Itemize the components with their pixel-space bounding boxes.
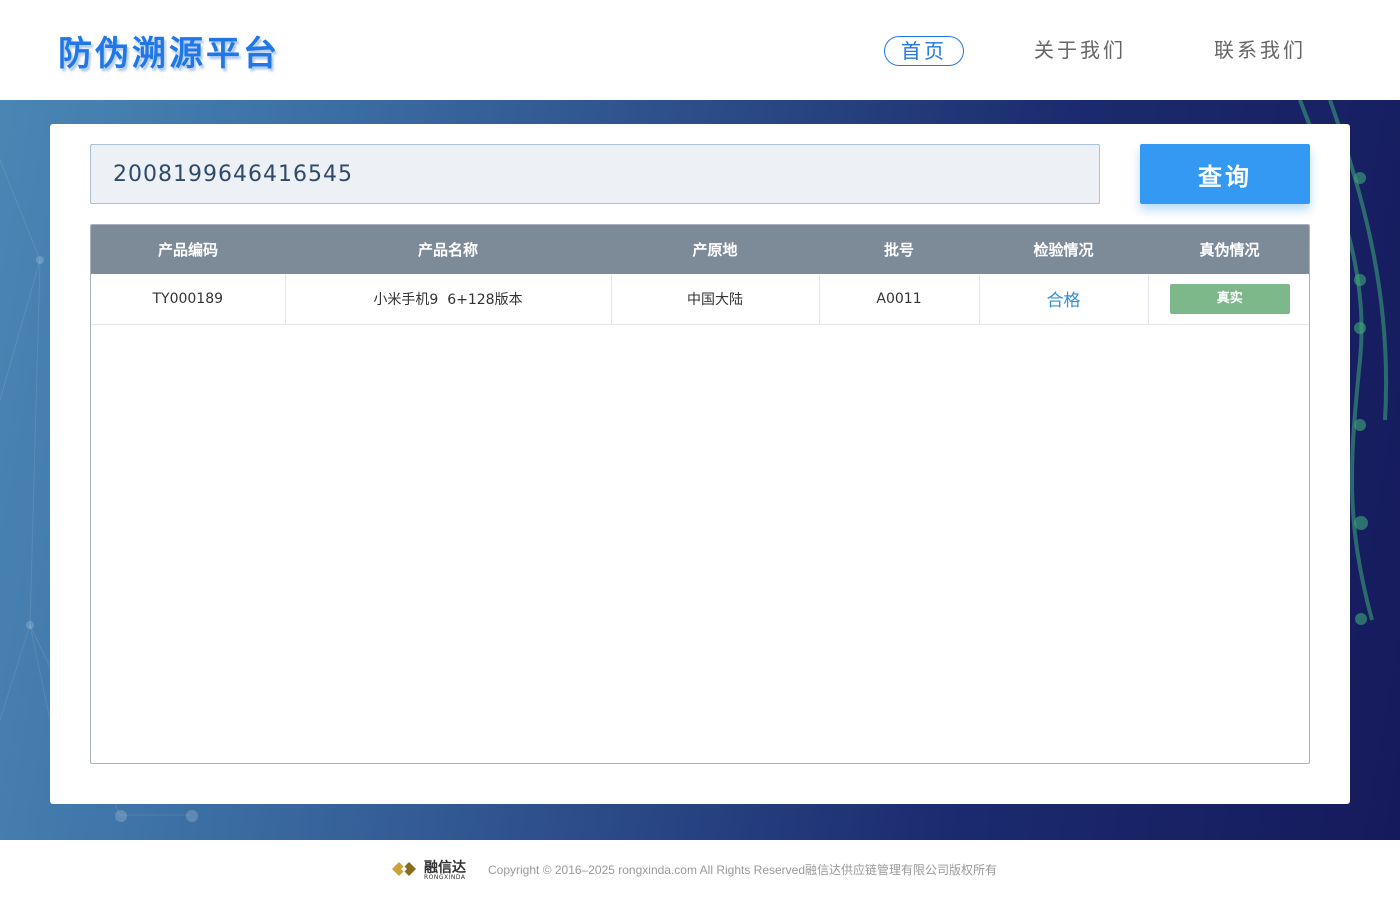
result-table: 产品编码 产品名称 产原地 批号 检验情况 真伪情况 TY000189 小米手机… bbox=[91, 225, 1309, 325]
header-product-code: 产品编码 bbox=[157, 241, 218, 259]
header-inspection: 检验情况 bbox=[1033, 241, 1094, 259]
query-button[interactable]: 查询 bbox=[1140, 144, 1310, 204]
header-batch: 批号 bbox=[883, 241, 914, 259]
cell-authenticity: 真实 bbox=[1148, 274, 1309, 324]
code-search-input[interactable] bbox=[90, 144, 1100, 204]
cell-origin: 中国大陆 bbox=[611, 274, 820, 324]
inspection-result-link[interactable]: 合格 bbox=[1047, 291, 1081, 311]
nav-contact-us[interactable]: 联系我们 bbox=[1210, 36, 1310, 66]
result-table-container: 产品编码 产品名称 产原地 批号 检验情况 真伪情况 TY000189 小米手机… bbox=[90, 224, 1310, 764]
query-card: 查询 产品编码 产品名称 产原地 批号 检验情况 真伪情况 TY000189 bbox=[50, 124, 1350, 804]
header-origin: 产原地 bbox=[692, 241, 738, 259]
header-product-name: 产品名称 bbox=[417, 241, 478, 259]
cell-batch: A0011 bbox=[819, 274, 980, 324]
cell-product-code: TY000189 bbox=[91, 274, 286, 324]
cell-inspection: 合格 bbox=[979, 274, 1149, 324]
nav-home[interactable]: 首页 bbox=[884, 36, 964, 66]
cell-product-name: 小米手机9 6+128版本 bbox=[285, 274, 612, 324]
authentic-badge: 真实 bbox=[1169, 283, 1290, 314]
table-header-row: 产品编码 产品名称 产原地 批号 检验情况 真伪情况 bbox=[91, 225, 1309, 274]
copyright-text: Copyright © 2016–2025 rongxinda.com All … bbox=[488, 863, 998, 877]
footer-logo-subtext: RONGXINDA bbox=[424, 874, 466, 881]
footer: 融信达 RONGXINDA Copyright © 2016–2025 rong… bbox=[0, 840, 1400, 900]
nav-about-us[interactable]: 关于我们 bbox=[1030, 36, 1130, 66]
header: 防伪溯源平台 首页 关于我们 联系我们 bbox=[0, 0, 1400, 100]
footer-logo: 融信达 RONGXINDA bbox=[392, 856, 482, 884]
table-row: TY000189 小米手机9 6+128版本 中国大陆 A0011 合格 真实 bbox=[91, 274, 1309, 324]
rongxinda-logo-icon bbox=[392, 862, 416, 876]
main-nav: 首页 关于我们 联系我们 bbox=[0, 36, 1400, 66]
header-authenticity: 真伪情况 bbox=[1199, 241, 1260, 259]
